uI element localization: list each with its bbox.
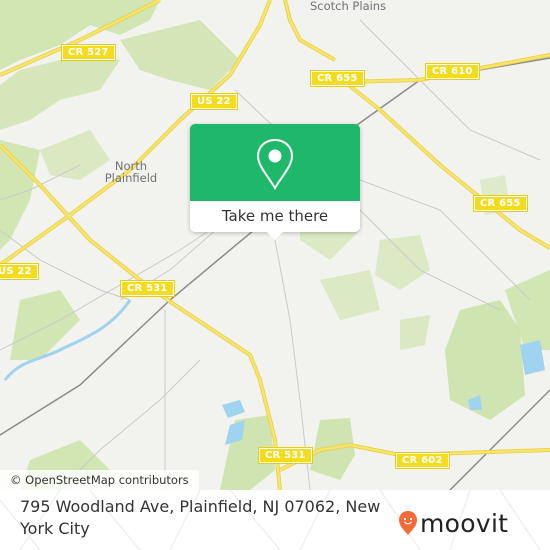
railway [0,57,550,490]
road-shield-cr531: CR 531 [120,280,175,297]
destination-popup: Take me there [190,124,360,240]
road-shield-cr531-bottom: CR 531 [258,447,313,464]
place-label-scotch-plains: Scotch Plains [310,0,387,13]
road-shield-cr610: CR 610 [425,63,480,80]
map-attribution[interactable]: © OpenStreetMap contributors [0,470,199,490]
road-shield-us22-left: US 22 [0,263,39,280]
footer: 795 Woodland Ave, Plainfield, NJ 07062, … [0,490,550,550]
take-me-there-button[interactable]: Take me there [190,201,360,232]
road-shield-us22: US 22 [190,93,238,110]
moovit-pin-icon [399,511,417,535]
road-shield-cr655: CR 655 [310,70,365,87]
road-shield-cr527: CR 527 [61,44,116,61]
popup-header [190,124,360,201]
road-shield-cr655-right: CR 655 [473,195,528,212]
address-text: 795 Woodland Ave, Plainfield, NJ 07062, … [20,497,381,538]
popup-pointer [267,232,283,240]
place-label-north-plainfield: North Plainfield [104,159,158,185]
moovit-logo[interactable]: moovit [398,508,508,538]
road-shield-cr602: CR 602 [395,452,450,469]
map-canvas[interactable]: Scotch Plains North Plainfield CR 527 US… [0,0,550,490]
moovit-wordmark: moovit [420,508,509,538]
location-pin-icon [256,138,294,190]
